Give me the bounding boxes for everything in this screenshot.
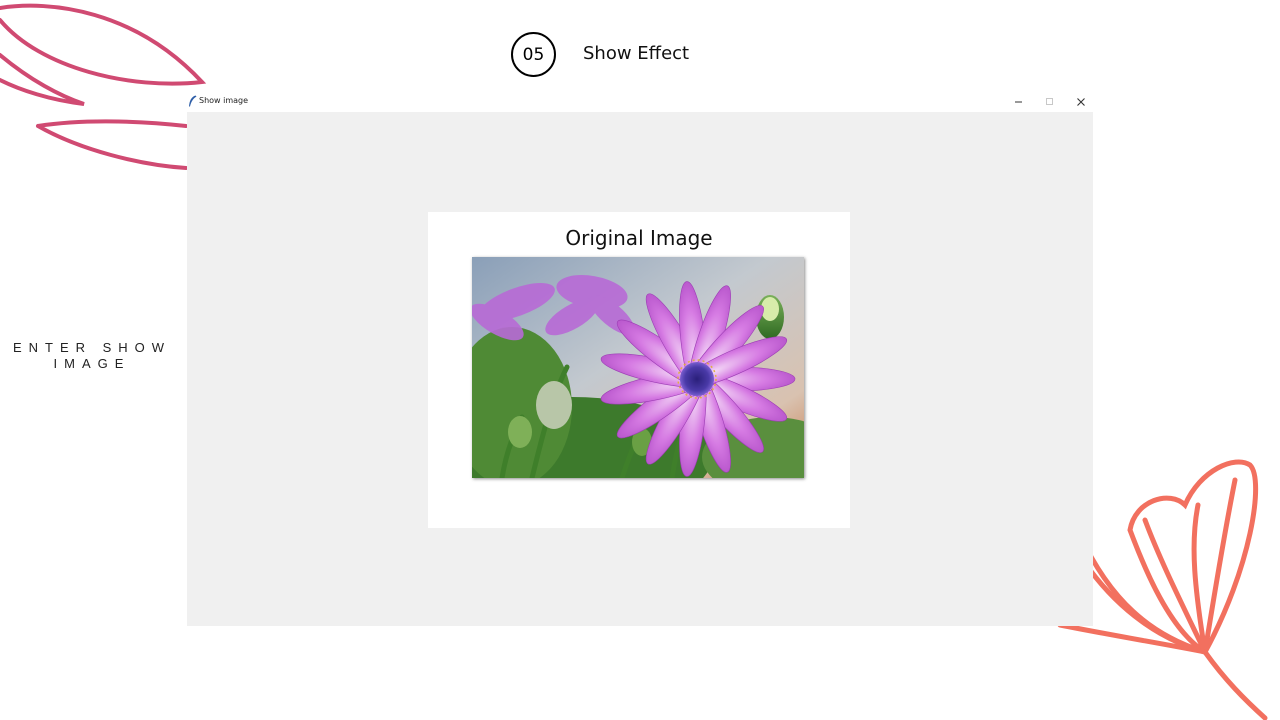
figure-canvas: Original Image [428, 212, 850, 528]
window-title: Show image [199, 96, 249, 105]
feather-icon [189, 95, 197, 107]
side-caption: ENTER SHOW IMAGE [12, 340, 172, 371]
minimize-icon [1015, 101, 1022, 103]
minimize-button[interactable] [1004, 92, 1034, 112]
figure-title: Original Image [565, 226, 713, 250]
window-client-area: Original Image [187, 112, 1093, 626]
step-title: Show Effect [583, 43, 690, 64]
step-number: 05 [522, 44, 545, 65]
close-icon [1077, 98, 1085, 106]
show-image-window: Show image Original Image [187, 92, 1093, 626]
flower-image [472, 257, 804, 478]
window-titlebar[interactable]: Show image [187, 92, 1093, 112]
close-button[interactable] [1066, 92, 1096, 112]
leaf-decoration-left [0, 3, 207, 170]
maximize-button[interactable] [1035, 92, 1065, 112]
step-number-badge: 05 [511, 32, 556, 77]
maximize-icon [1046, 98, 1053, 105]
